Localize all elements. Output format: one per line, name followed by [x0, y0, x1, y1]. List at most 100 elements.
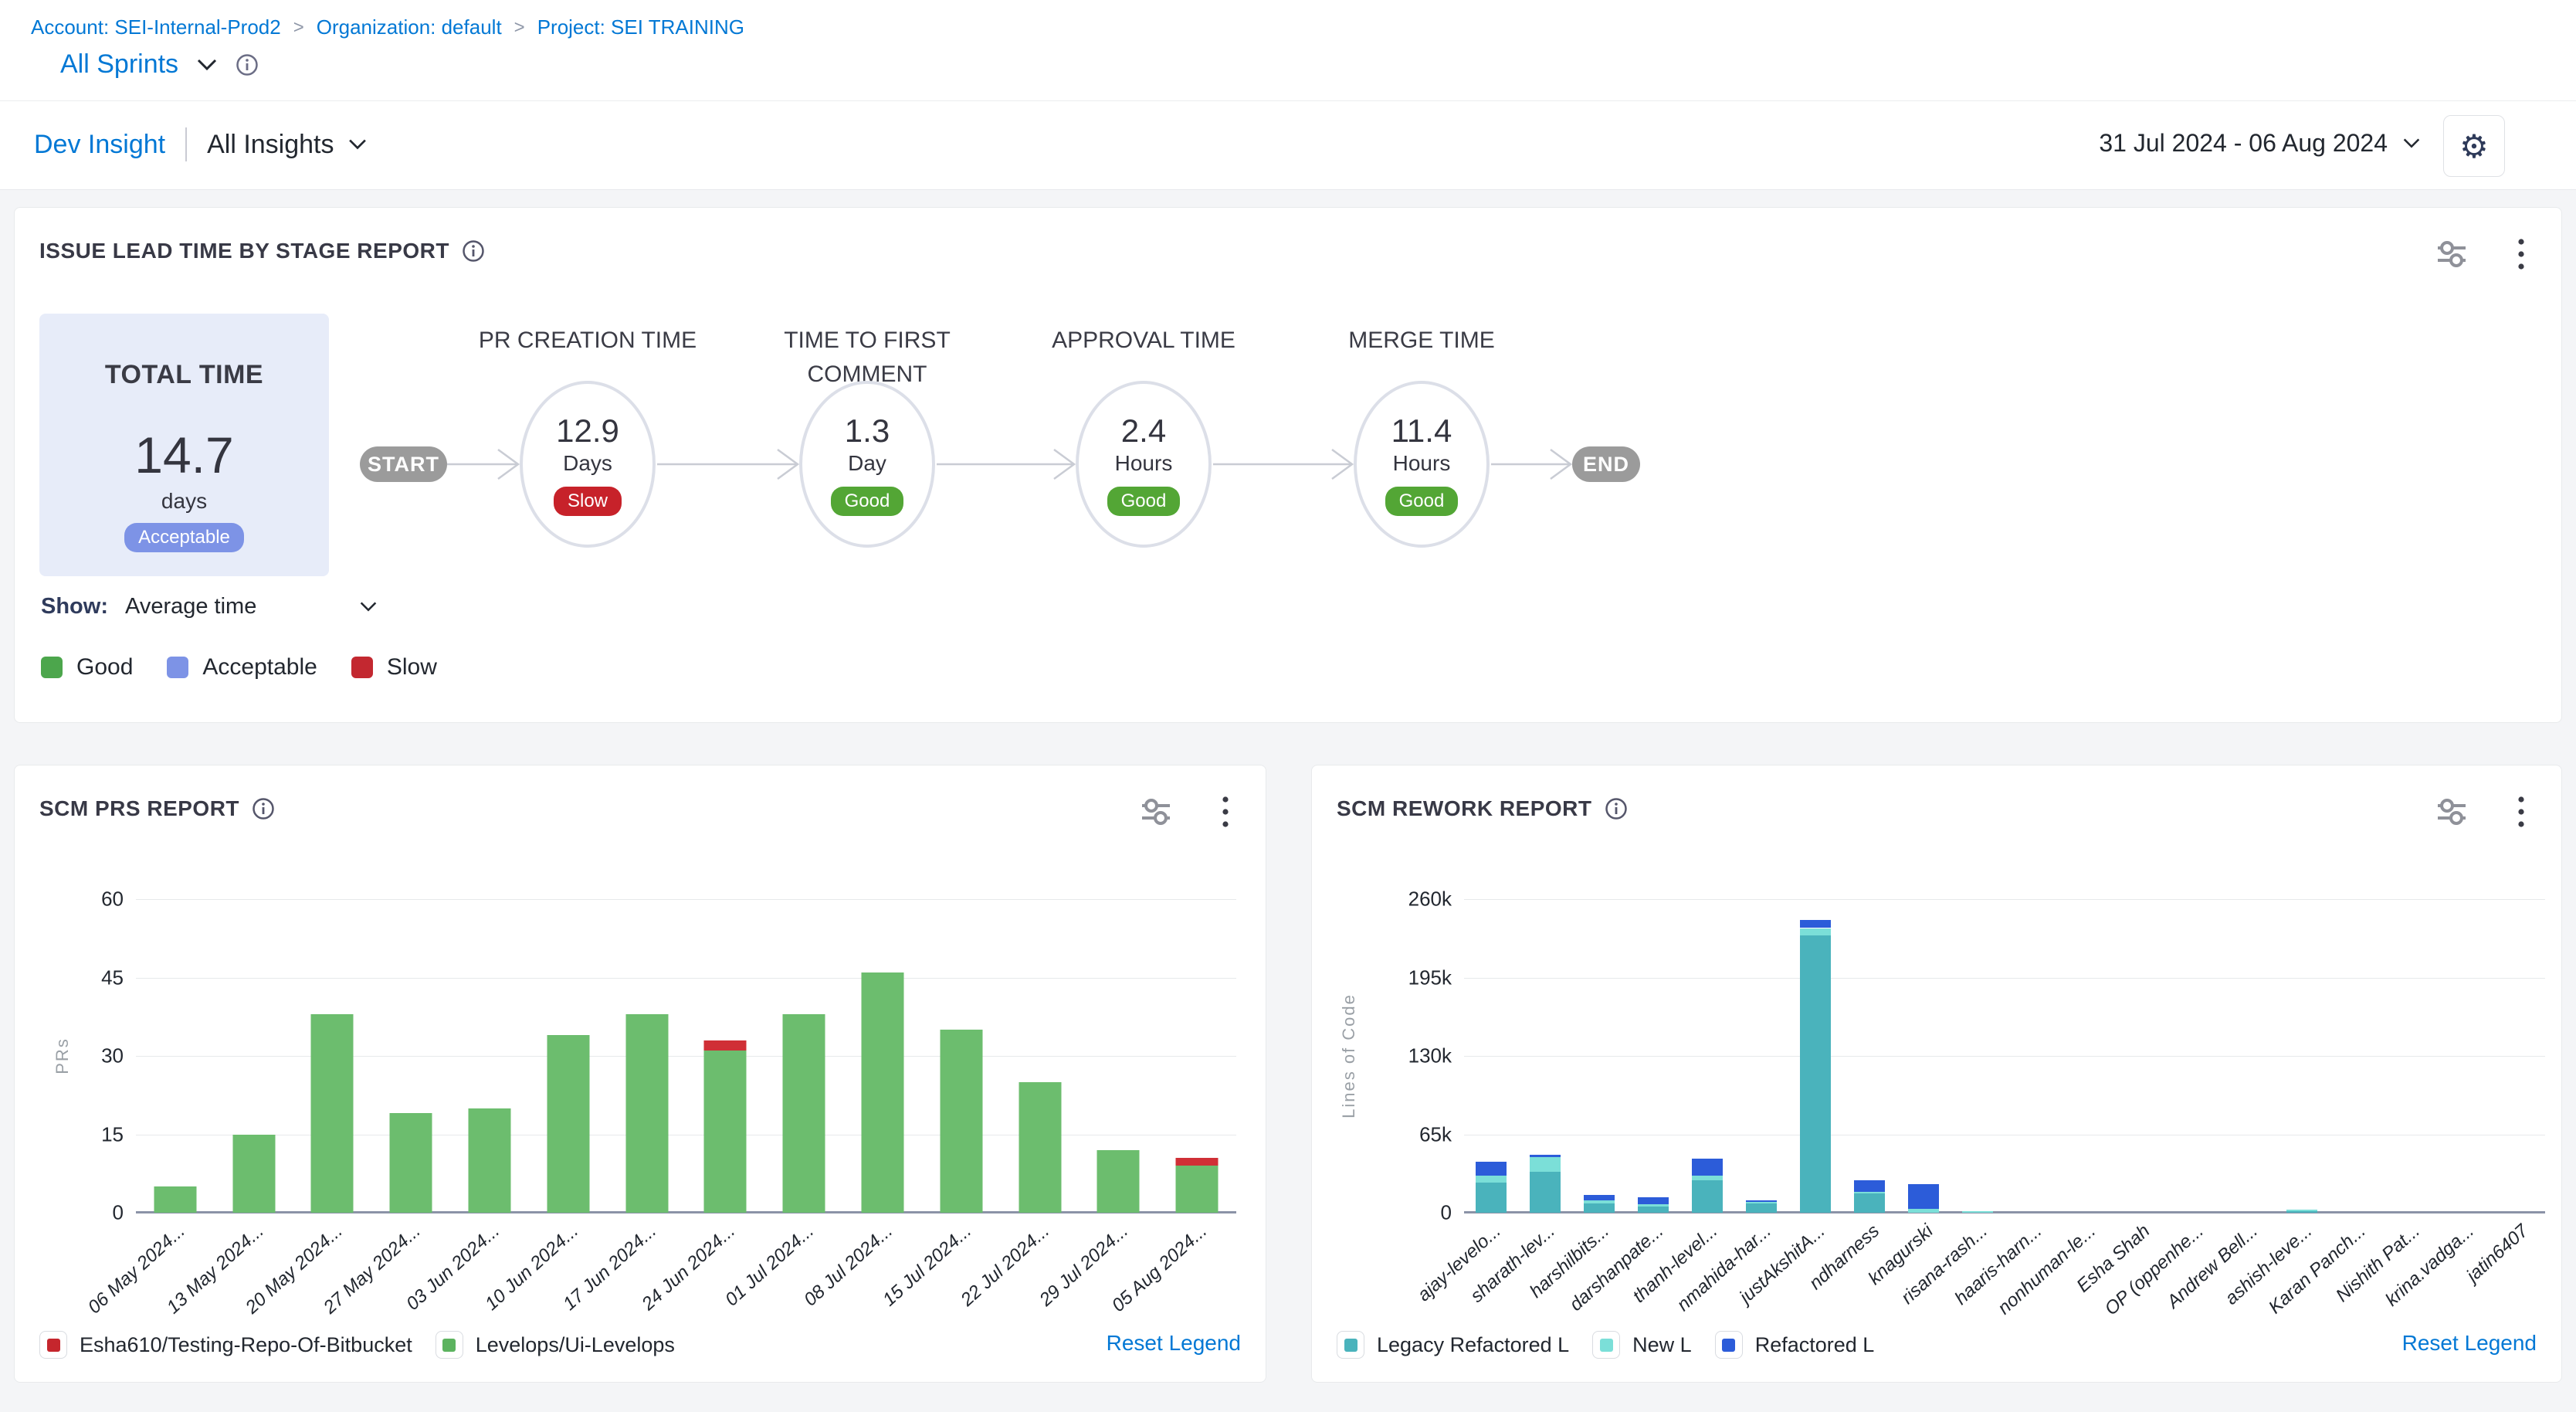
legend-checkbox[interactable] [1715, 1331, 1743, 1359]
bar-segment [1530, 1157, 1561, 1172]
chevron-down-icon [2401, 137, 2422, 150]
bar-segment [1962, 1211, 1993, 1213]
info-icon[interactable] [252, 797, 275, 820]
kebab-menu-icon[interactable] [2503, 793, 2540, 830]
chart-column: thanh-level... [1680, 899, 1734, 1213]
y-axis-tick: 130k [1408, 1044, 1452, 1068]
info-icon[interactable] [1605, 797, 1628, 820]
bar-segment [1692, 1176, 1723, 1180]
chevron-down-icon[interactable] [358, 600, 378, 613]
bar-segment [1097, 1150, 1140, 1213]
chart-column: 29 Jul 2024... [1079, 899, 1158, 1213]
chevron-down-icon[interactable] [195, 57, 219, 73]
chart-column: ashish-leve... [2275, 899, 2329, 1213]
y-axis-tick: 60 [101, 888, 124, 911]
legend-item[interactable]: Legacy Refactored L [1337, 1331, 1569, 1359]
reset-legend-link[interactable]: Reset Legend [2402, 1331, 2537, 1356]
bar-segment [1584, 1203, 1615, 1213]
stage-value: 2.4 [1121, 412, 1166, 450]
stage-value: 12.9 [556, 412, 619, 450]
info-icon[interactable] [236, 53, 259, 76]
chart-column: Andrew Bell... [2221, 899, 2275, 1213]
chart-column: Esha Shah [2113, 899, 2167, 1213]
legend-item[interactable]: Esha610/Testing-Repo-Of-Bitbucket [39, 1331, 412, 1359]
scm-prs-legend: Esha610/Testing-Repo-Of-Bitbucket Levelop… [39, 1331, 675, 1359]
stage-circle: 2.4Hours Good [1076, 381, 1212, 548]
chart-column: 15 Jul 2024... [922, 899, 1001, 1213]
sprint-selector[interactable]: All Sprints [60, 49, 178, 80]
legend-item[interactable]: Refactored L [1715, 1331, 1875, 1359]
chart-column: darshanpate... [1626, 899, 1680, 1213]
stage-status-badge: Good [1385, 487, 1459, 516]
x-axis-label: darshanpate... [1565, 1220, 1668, 1315]
legend-swatch [351, 657, 373, 678]
settings-button[interactable]: ⚙ [2443, 115, 2505, 177]
chart-column: 05 Aug 2024... [1158, 899, 1236, 1213]
show-dropdown[interactable]: Average time [125, 594, 256, 619]
breadcrumb-item[interactable]: Account: SEI-Internal-Prod2 [31, 15, 281, 39]
kebab-menu-icon[interactable] [1207, 793, 1244, 830]
legend-item[interactable]: Levelops/Ui-Levelops [436, 1331, 675, 1359]
legend-checkbox[interactable] [1337, 1331, 1364, 1359]
bar-segment [783, 1014, 825, 1213]
widget-filters-icon[interactable] [2433, 236, 2470, 273]
scm-rework-chart: 260k195k130k65k0ajay-levelo...sharath-le… [1464, 899, 2545, 1213]
bar-segment [1800, 935, 1831, 1213]
legend-swatch [442, 1339, 456, 1352]
bar-segment [1638, 1204, 1669, 1207]
y-axis-tick: 45 [101, 966, 124, 989]
bar-segment [1692, 1180, 1723, 1213]
stage-unit: Days [563, 451, 612, 476]
divider [185, 127, 187, 161]
chart-column: 24 Jun 2024... [686, 899, 765, 1213]
legend-checkbox[interactable] [39, 1331, 67, 1359]
breadcrumb[interactable]: Account: SEI-Internal-Prod2 > Organization… [31, 15, 744, 39]
stage-unit: Day [848, 451, 886, 476]
panel-title: SCM REWORK REPORT [1337, 796, 1592, 821]
chart-column: nonhuman-le... [2059, 899, 2113, 1213]
chart-column: 17 Jun 2024... [608, 899, 686, 1213]
legend-item[interactable]: New L [1592, 1331, 1692, 1359]
bar-segment [704, 1051, 747, 1213]
gear-icon: ⚙ [2459, 127, 2489, 165]
chart-column: nmahida-har... [1734, 899, 1788, 1213]
breadcrumb-separator: > [293, 17, 304, 39]
bar-segment [390, 1113, 432, 1213]
stage-status-badge: Slow [554, 487, 622, 516]
scm-prs-chart: 60453015006 May 2024...13 May 2024...20 … [136, 899, 1236, 1213]
stage-status-badge: Good [831, 487, 904, 516]
stage-unit: Hours [1115, 451, 1173, 476]
breadcrumb-item[interactable]: Organization: default [317, 15, 502, 39]
chart-column: 08 Jul 2024... [843, 899, 922, 1213]
y-axis-tick: 15 [101, 1122, 124, 1146]
bar-segment [1908, 1184, 1939, 1210]
breadcrumb-separator: > [514, 17, 525, 39]
bar-segment [861, 972, 903, 1213]
widget-filters-icon[interactable] [2433, 793, 2470, 830]
kebab-menu-icon[interactable] [2503, 236, 2540, 273]
bar-segment [1019, 1082, 1061, 1213]
stage-status-badge: Good [1107, 487, 1181, 516]
legend-label: Good [76, 654, 133, 681]
stage-circle: 1.3Day Good [799, 381, 935, 548]
chart-column: ndharness [1842, 899, 1896, 1213]
reset-legend-link[interactable]: Reset Legend [1107, 1331, 1241, 1356]
tab-dev-insight[interactable]: Dev Insight [34, 130, 165, 160]
stage-value: 1.3 [845, 412, 890, 450]
legend-item: Slow [351, 654, 437, 681]
widget-filters-icon[interactable] [1137, 793, 1174, 830]
bar-segment [1800, 928, 1831, 935]
insights-dropdown[interactable]: All Insights [207, 130, 368, 160]
legend-swatch [1722, 1339, 1735, 1352]
y-axis-label: Lines of Code [1339, 993, 1359, 1118]
legend-checkbox[interactable] [1592, 1331, 1620, 1359]
chart-column: justAkshitA... [1788, 899, 1842, 1213]
legend-checkbox[interactable] [436, 1331, 463, 1359]
insight-header: Dev Insight All Insights 31 Jul 2024 - 0… [0, 101, 2576, 190]
stage-circle: 12.9Days Slow [520, 381, 656, 548]
date-range-picker[interactable]: 31 Jul 2024 - 06 Aug 2024 [2099, 129, 2422, 158]
breadcrumb-item[interactable]: Project: SEI TRAINING [537, 15, 744, 39]
y-axis-tick: 0 [113, 1201, 124, 1225]
stage-value: 11.4 [1391, 412, 1452, 450]
chart-column: haaris-harn... [2005, 899, 2059, 1213]
